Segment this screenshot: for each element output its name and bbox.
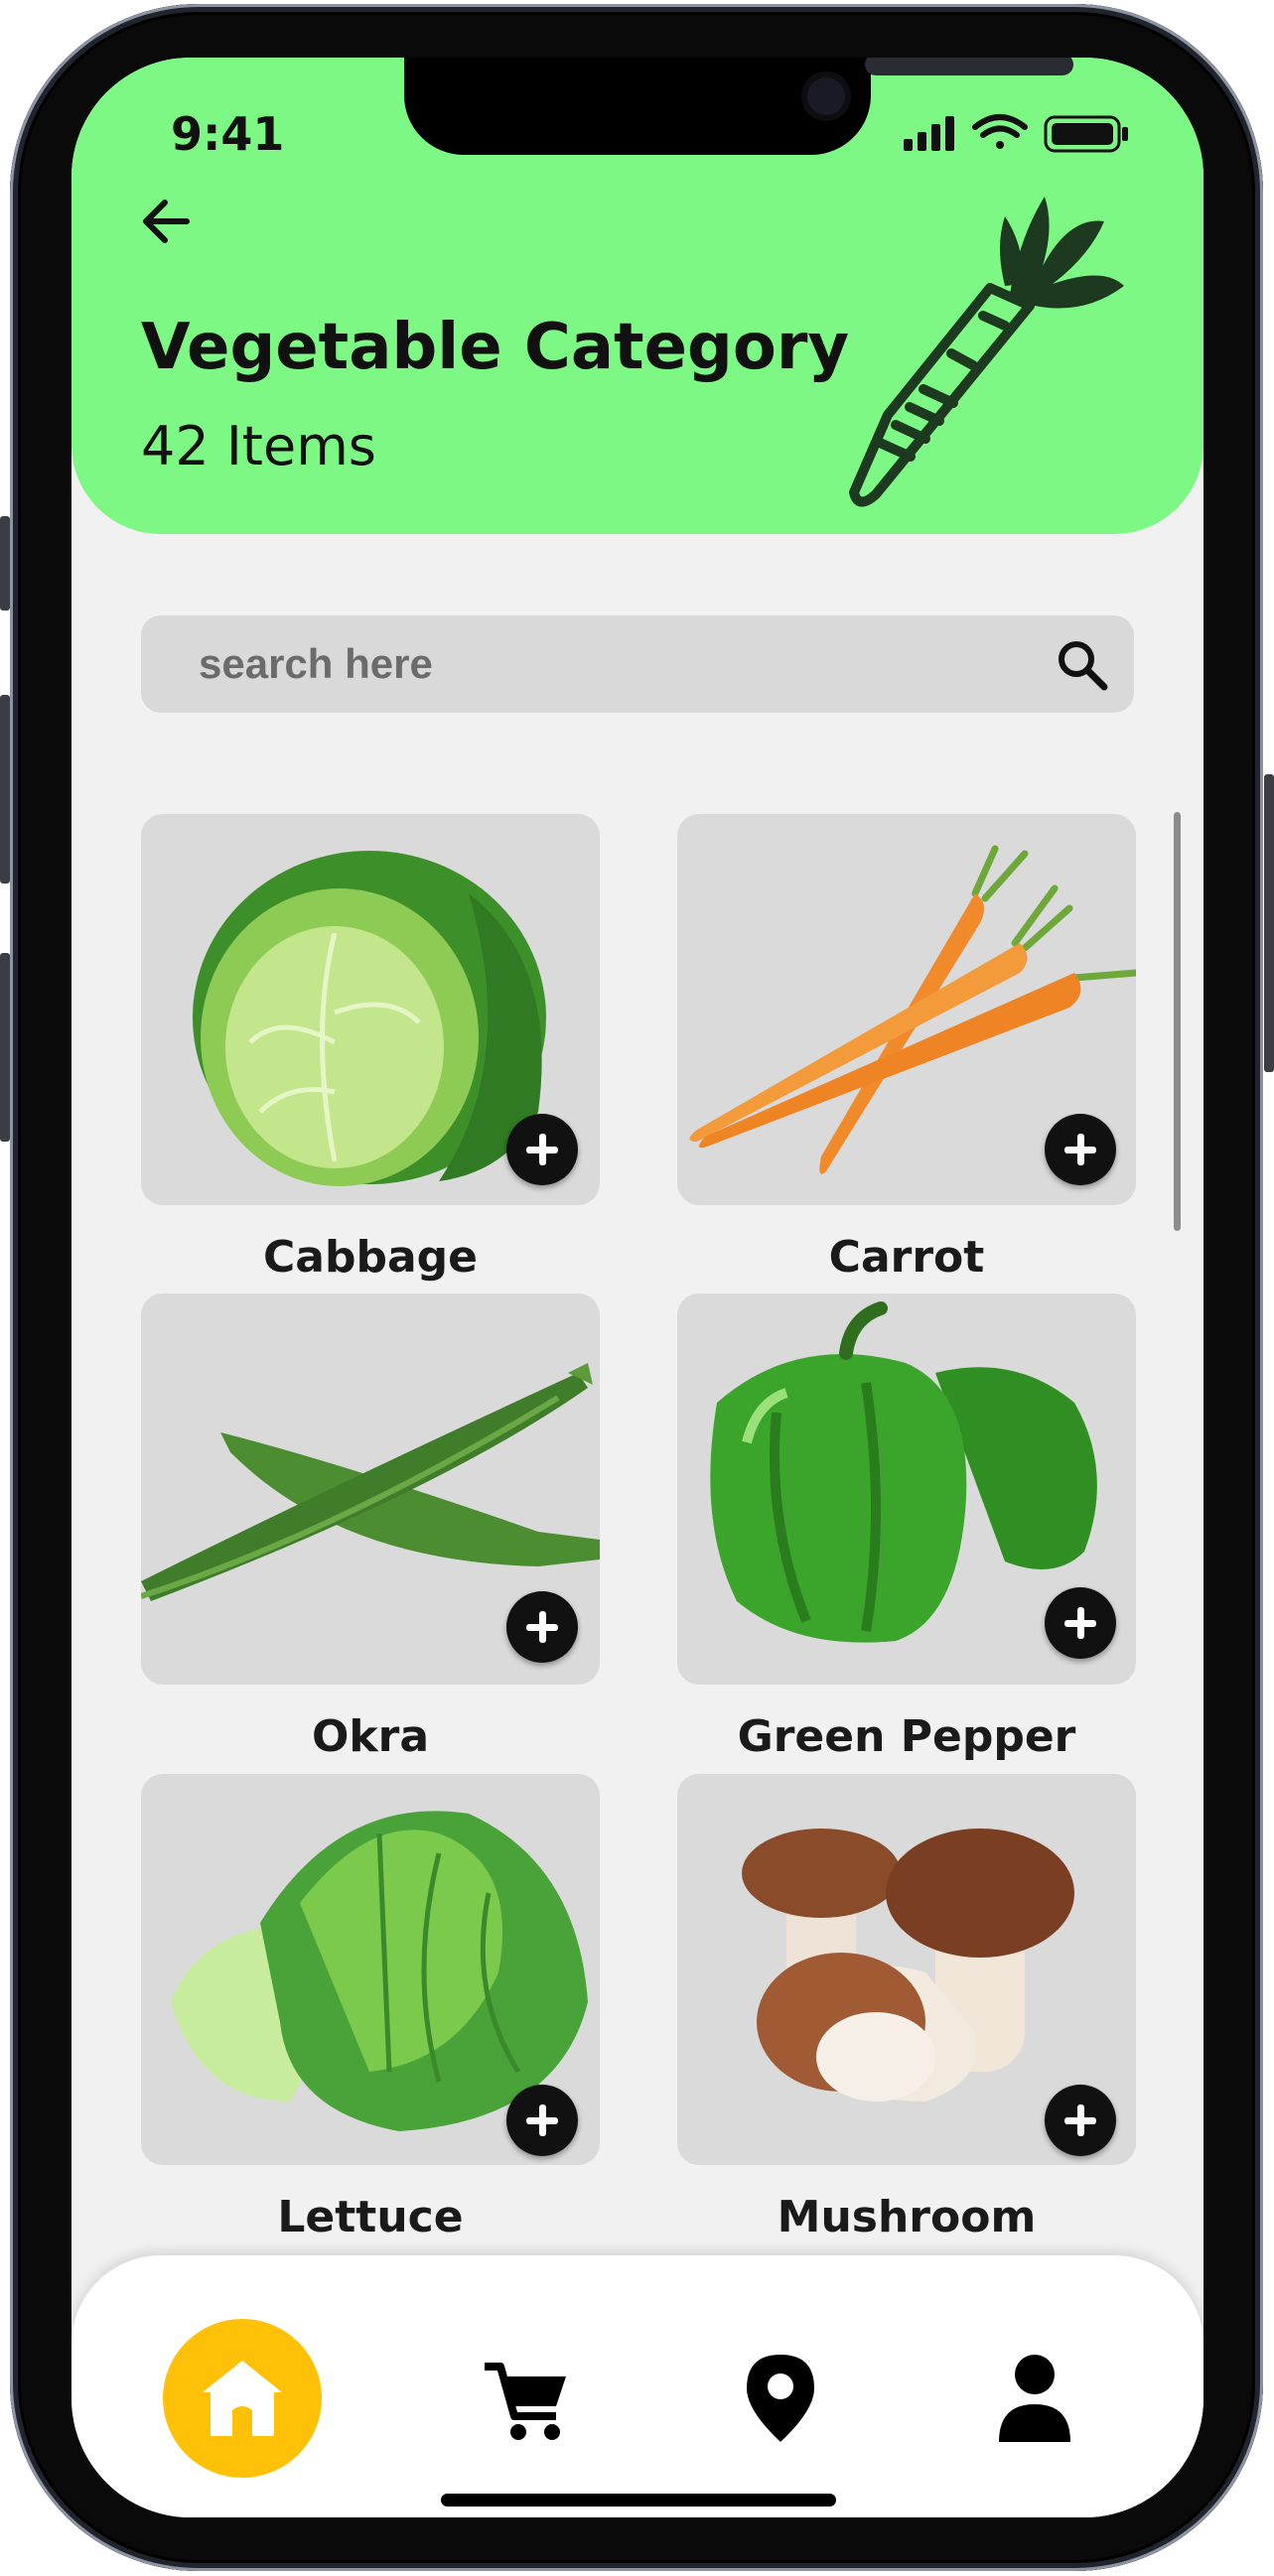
product-name: Lettuce <box>277 2192 464 2242</box>
product-name: Mushroom <box>777 2192 1037 2242</box>
side-button <box>0 695 10 883</box>
product-card-lettuce[interactable] <box>141 1774 600 2165</box>
product-card-cabbage[interactable] <box>141 814 600 1205</box>
product-name: Okra <box>311 1711 430 1762</box>
scrollbar[interactable] <box>1174 812 1181 1231</box>
battery-icon <box>1044 115 1128 153</box>
product-card-mushroom[interactable] <box>677 1774 1136 2165</box>
status-time: 9:41 <box>171 107 285 161</box>
side-button <box>0 516 10 610</box>
add-to-cart-button[interactable] <box>506 1114 578 1185</box>
add-to-cart-button[interactable] <box>1045 2085 1116 2156</box>
nav-home-button[interactable] <box>163 2319 322 2478</box>
search-bar[interactable] <box>141 615 1134 713</box>
profile-icon[interactable] <box>995 2351 1074 2446</box>
product-name: Cabbage <box>262 1232 478 1283</box>
add-to-cart-button[interactable] <box>1045 1587 1116 1659</box>
product-card-carrot[interactable] <box>677 814 1136 1205</box>
side-button <box>0 953 10 1142</box>
product-card-okra[interactable] <box>141 1293 600 1685</box>
side-button <box>1264 774 1274 1072</box>
app-screen: 9:41 Vegetable Category 42 Items search … <box>71 58 1203 2517</box>
add-to-cart-button[interactable] <box>506 2085 578 2156</box>
product-card-green-pepper[interactable] <box>677 1293 1136 1685</box>
page-title: Vegetable Category <box>141 311 850 384</box>
item-count: 42 Items <box>141 415 376 477</box>
home-icon <box>203 2361 282 2436</box>
status-icons <box>904 114 1128 153</box>
front-camera <box>801 71 851 121</box>
cellular-signal-icon <box>904 116 954 151</box>
earpiece-speaker <box>865 58 1073 75</box>
notch <box>404 58 1073 155</box>
carrot-illustration-icon <box>849 197 1124 507</box>
category-header: 9:41 Vegetable Category 42 Items <box>71 58 1203 534</box>
search-input[interactable] <box>199 615 1013 713</box>
product-name: Carrot <box>828 1232 985 1283</box>
product-name: Green Pepper <box>737 1711 1076 1762</box>
search-icon[interactable] <box>1053 635 1112 695</box>
add-to-cart-button[interactable] <box>1045 1114 1116 1185</box>
cart-icon[interactable] <box>481 2357 570 2446</box>
location-pin-icon[interactable] <box>743 2351 818 2446</box>
back-arrow-icon[interactable] <box>133 187 203 256</box>
home-indicator <box>441 2494 836 2507</box>
wifi-icon <box>972 114 1028 149</box>
add-to-cart-button[interactable] <box>506 1591 578 1663</box>
